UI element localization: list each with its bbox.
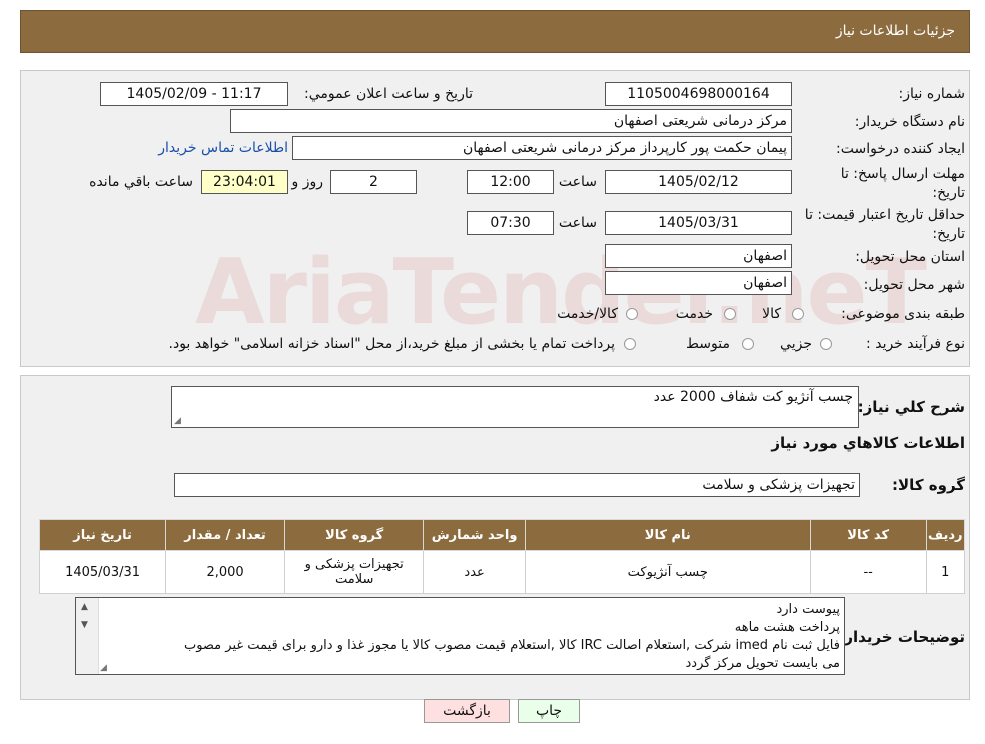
- reply-date-field: 1405/02/12: [605, 170, 792, 194]
- buyer-notes-label: توضیحات خریدار:: [838, 628, 965, 646]
- col-qty: تعداد / مقدار: [165, 519, 285, 551]
- items-table: ردیف کد کالا نام کالا واحد شمارش گروه کا…: [38, 519, 966, 594]
- table-row: 1 -- چسب آنژیوکت عدد تجهیزات پزشکی و سلا…: [38, 550, 966, 594]
- category-label: طبقه بندی موضوعی:: [841, 306, 965, 322]
- print-button[interactable]: چاپ: [518, 699, 580, 723]
- col-group: گروه کالا: [283, 519, 425, 551]
- notes-line: پیوست دارد: [776, 602, 840, 617]
- resize-grip-icon[interactable]: ◢: [100, 663, 107, 673]
- reply-days-field: 2: [330, 170, 417, 194]
- category-option-goods-service: کالا/خدمت: [557, 306, 618, 322]
- notes-line: پرداخت هشت ماهه: [734, 620, 840, 635]
- scroll-up-icon[interactable]: ▲: [81, 602, 88, 612]
- watermark: AriaTender.neT: [195, 240, 927, 345]
- process-option-medium: متوسط: [686, 336, 730, 352]
- price-validity-time-label: ساعت: [558, 215, 597, 231]
- summary-text: چسب آنژیو کت شفاف 2000 عدد: [653, 389, 853, 405]
- process-radio-minor[interactable]: [820, 338, 832, 350]
- resize-grip-icon[interactable]: ◢: [174, 416, 181, 426]
- category-radio-goods[interactable]: [792, 308, 804, 320]
- price-validity-label: حداقل تاریخ اعتبار قیمت: تا تاریخ:: [804, 207, 965, 242]
- process-radio-medium[interactable]: [742, 338, 754, 350]
- province-field: اصفهان: [605, 244, 792, 268]
- need-number-field: 1105004698000164: [605, 82, 792, 106]
- reply-time-label: ساعت: [558, 174, 597, 190]
- need-number-label: شماره نیاز:: [898, 86, 966, 102]
- group-label: گروه کالا:: [892, 476, 965, 494]
- back-button[interactable]: بازگشت: [424, 699, 510, 723]
- category-option-service: خدمت: [675, 306, 713, 322]
- cell-group: تجهیزات پزشکی و سلامت: [283, 550, 425, 594]
- col-code: کد کالا: [809, 519, 927, 551]
- process-radio-treasury[interactable]: [624, 338, 636, 350]
- category-radio-service[interactable]: [724, 308, 736, 320]
- cell-qty: 2,000: [165, 550, 285, 594]
- city-label: شهر محل تحویل:: [863, 277, 965, 293]
- notes-line: فایل ثبت نام imed شرکت ,استعلام اصالت IR…: [183, 638, 840, 653]
- buyer-org-field: مرکز درمانی شریعتی اصفهان: [230, 109, 792, 133]
- price-validity-time-field: 07:30: [467, 211, 554, 235]
- summary-label: شرح کلي نیاز:: [857, 398, 965, 416]
- table-header-row: ردیف کد کالا نام کالا واحد شمارش گروه کا…: [38, 519, 966, 551]
- process-note: پرداخت تمام یا بخشی از مبلغ خرید،از محل …: [168, 336, 615, 352]
- remaining-time-label: ساعت باقي مانده: [89, 174, 193, 190]
- page-header: جزئیات اطلاعات نیاز: [20, 10, 970, 53]
- cell-date: 1405/03/31: [38, 550, 167, 594]
- cell-name: چسب آنژیوکت: [524, 550, 811, 594]
- summary-field: چسب آنژیو کت شفاف 2000 عدد ◢: [171, 386, 859, 428]
- col-row: ردیف: [925, 519, 966, 551]
- category-radio-goods-service[interactable]: [626, 308, 638, 320]
- city-field: اصفهان: [605, 271, 792, 295]
- buyer-notes-field: ▲ ▼ پیوست دارد پرداخت هشت ماهه فایل ثبت …: [75, 597, 845, 675]
- reply-time-field: 12:00: [467, 170, 554, 194]
- requester-label: ایجاد کننده درخواست:: [836, 141, 965, 157]
- scroll-down-icon[interactable]: ▼: [81, 620, 88, 630]
- col-unit: واحد شمارش: [423, 519, 526, 551]
- cell-code: --: [809, 550, 927, 594]
- buyer-notes-text: پیوست دارد پرداخت هشت ماهه فایل ثبت نام …: [100, 601, 840, 673]
- cell-row: 1: [925, 550, 966, 594]
- items-title: اطلاعات کالاهاي مورد نیاز: [771, 434, 965, 452]
- announce-label: تاریخ و ساعت اعلان عمومي:: [304, 86, 473, 102]
- category-option-goods: کالا: [762, 306, 781, 322]
- reply-days-label: روز و: [291, 174, 324, 190]
- requester-field: پیمان حکمت پور کارپرداز مرکز درمانی شریع…: [292, 136, 792, 160]
- page-title: جزئیات اطلاعات نیاز: [835, 23, 955, 39]
- col-name: نام کالا: [524, 519, 811, 551]
- buyer-contact-link[interactable]: اطلاعات تماس خریدار: [158, 140, 288, 156]
- process-option-minor: جزيي: [780, 336, 812, 352]
- cell-unit: عدد: [423, 550, 526, 594]
- notes-scrollbar[interactable]: ▲ ▼: [76, 598, 99, 674]
- reply-deadline-label: مهلت ارسال پاسخ: تا تاریخ:: [840, 166, 965, 201]
- buyer-org-label: نام دستگاه خریدار:: [854, 114, 965, 130]
- province-label: استان محل تحویل:: [855, 249, 965, 265]
- process-label: نوع فرآیند خرید :: [866, 336, 965, 352]
- group-field: تجهیزات پزشکی و سلامت: [174, 473, 860, 497]
- price-validity-date-field: 1405/03/31: [605, 211, 792, 235]
- announce-field: 1405/02/09 - 11:17: [100, 82, 288, 106]
- remaining-time-field: 23:04:01: [201, 170, 288, 194]
- col-date: تاریخ نیاز: [38, 519, 167, 551]
- notes-line: می بایست تحویل مرکز گردد: [685, 656, 840, 671]
